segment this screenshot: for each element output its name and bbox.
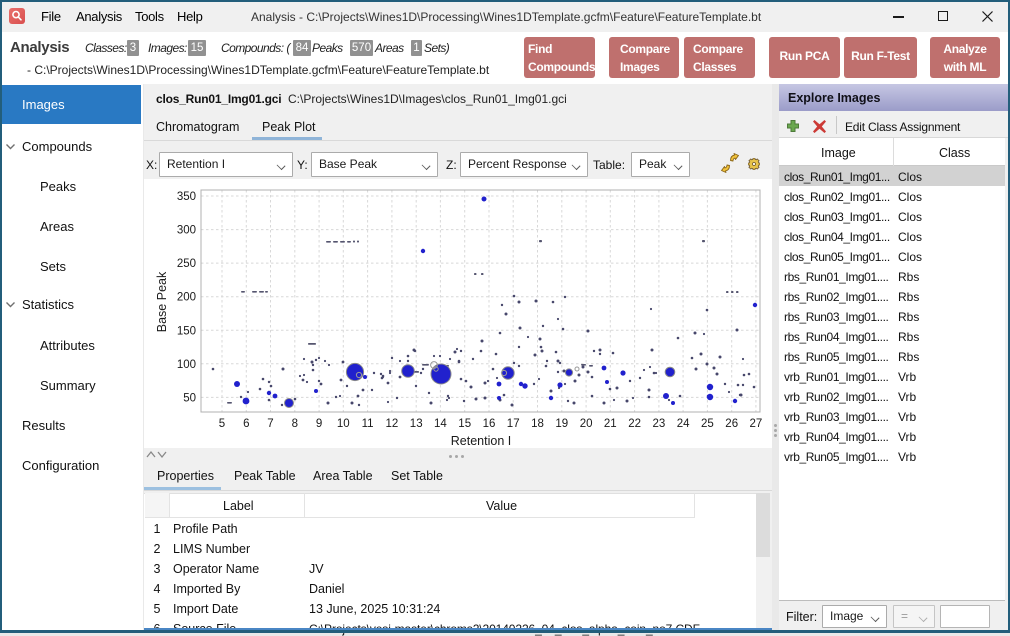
svg-text:6: 6 — [243, 418, 249, 430]
svg-text:9: 9 — [316, 418, 322, 430]
svg-text:50: 50 — [183, 392, 196, 404]
svg-text:18: 18 — [531, 418, 544, 430]
svg-text:350: 350 — [177, 191, 196, 203]
svg-text:7: 7 — [267, 418, 273, 430]
svg-text:5: 5 — [219, 418, 225, 430]
svg-text:Base Peak: Base Peak — [155, 271, 169, 332]
svg-text:23: 23 — [653, 418, 666, 430]
svg-text:17: 17 — [507, 418, 520, 430]
svg-text:Retention I: Retention I — [451, 434, 511, 448]
svg-text:24: 24 — [677, 418, 690, 430]
svg-text:300: 300 — [177, 225, 196, 237]
svg-text:26: 26 — [725, 418, 738, 430]
svg-text:250: 250 — [177, 258, 196, 270]
svg-text:12: 12 — [386, 418, 399, 430]
svg-text:22: 22 — [628, 418, 641, 430]
svg-text:100: 100 — [177, 359, 196, 371]
svg-text:200: 200 — [177, 292, 196, 304]
svg-text:14: 14 — [434, 418, 447, 430]
svg-text:10: 10 — [337, 418, 350, 430]
svg-text:8: 8 — [292, 418, 298, 430]
svg-text:15: 15 — [458, 418, 471, 430]
svg-text:150: 150 — [177, 325, 196, 337]
svg-text:19: 19 — [555, 418, 568, 430]
svg-text:13: 13 — [410, 418, 423, 430]
svg-text:11: 11 — [362, 418, 374, 430]
svg-text:25: 25 — [701, 418, 714, 430]
svg-text:21: 21 — [604, 418, 617, 430]
svg-text:16: 16 — [483, 418, 496, 430]
svg-text:20: 20 — [580, 418, 593, 430]
svg-text:27: 27 — [750, 418, 763, 430]
